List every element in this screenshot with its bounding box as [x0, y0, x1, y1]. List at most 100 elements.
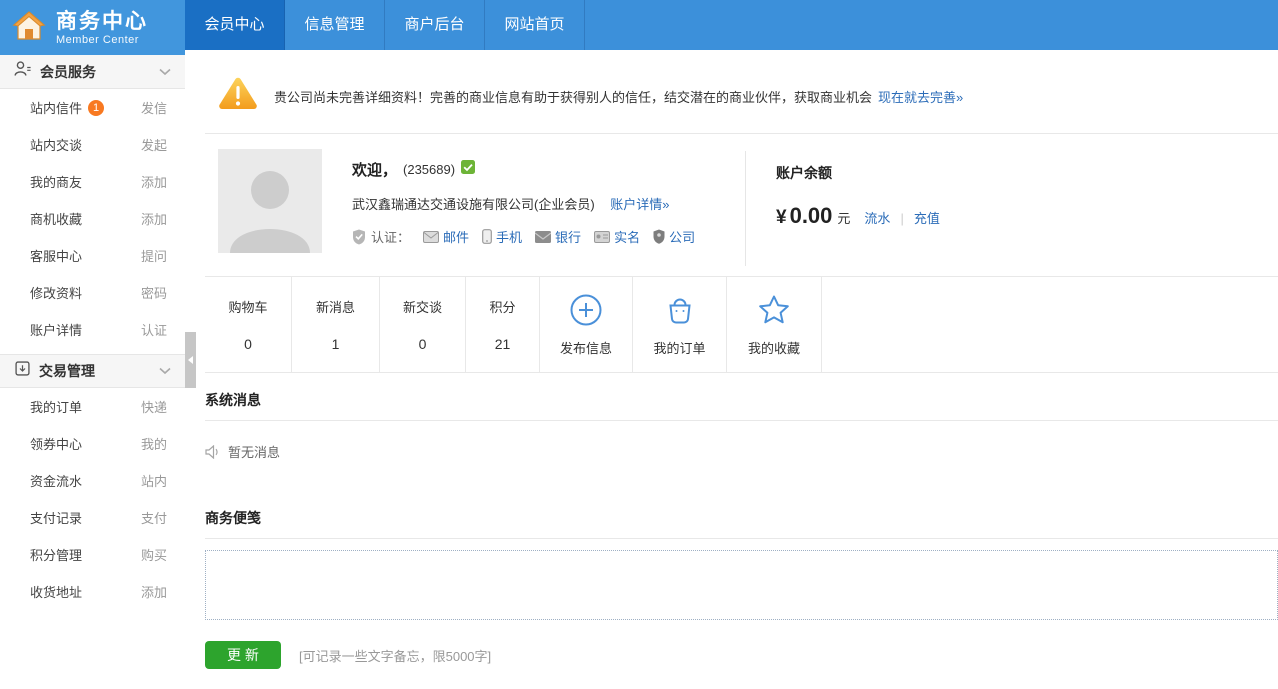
notes-textarea[interactable]: [205, 550, 1278, 620]
complete-now-link[interactable]: 现在就去完善»: [878, 87, 963, 106]
recharge-link[interactable]: 充值: [914, 208, 940, 227]
sidebar-action-change-password[interactable]: 密码: [141, 283, 167, 302]
profile-section: 欢迎， (235689) 武汉鑫瑞通达交通设施有限公司(企业会员) 账户详情»: [205, 134, 1278, 276]
sidebar-action-add-address[interactable]: 添加: [141, 582, 167, 601]
section-title: 会员服务: [40, 62, 96, 82]
cert-phone-link[interactable]: 手机: [482, 227, 522, 246]
sidebar-item-label[interactable]: 收货地址: [30, 582, 82, 601]
sidebar-item-customer-service: 客服中心 提问: [0, 237, 185, 274]
company-name: 武汉鑫瑞通达交通设施有限公司(企业会员): [352, 197, 595, 212]
cert-label: 认证：: [371, 227, 410, 246]
star-icon: [757, 293, 791, 332]
sidebar-item-label[interactable]: 账户详情: [30, 320, 82, 339]
system-messages-title: 系统消息: [205, 373, 1278, 421]
sidebar-action-start-chat[interactable]: 发起: [141, 135, 167, 154]
sidebar-item-label[interactable]: 商机收藏: [30, 209, 82, 228]
archive-box-icon: [14, 360, 31, 382]
bank-card-icon: [535, 231, 551, 243]
publish-info-button[interactable]: 发布信息: [540, 277, 633, 372]
sidebar-action-onsite[interactable]: 站内: [141, 471, 167, 490]
sidebar-item-chat: 站内交谈 发起: [0, 126, 185, 163]
sidebar-action-send-mail[interactable]: 发信: [141, 98, 167, 117]
sidebar-item-label[interactable]: 领券中心: [30, 434, 82, 453]
sidebar-action-ask-question[interactable]: 提问: [141, 246, 167, 265]
sidebar-action-buy[interactable]: 购买: [141, 545, 167, 564]
sidebar-item-account-details: 账户详情 认证: [0, 311, 185, 348]
stat-points[interactable]: 积分 21: [466, 277, 540, 372]
cert-realname-link[interactable]: 实名: [594, 227, 640, 246]
empty-messages-text: 暂无消息: [228, 442, 280, 461]
new-message-count: 1: [332, 336, 340, 352]
my-favorites-button[interactable]: 我的收藏: [727, 277, 822, 372]
person-icon: [14, 60, 32, 83]
points-count: 21: [495, 336, 511, 352]
profile-info: 欢迎， (235689) 武汉鑫瑞通达交通设施有限公司(企业会员) 账户详情»: [352, 149, 745, 276]
sidebar-action-express[interactable]: 快递: [141, 397, 167, 416]
shield-check-icon: [352, 229, 366, 245]
my-orders-button[interactable]: 我的订单: [633, 277, 727, 372]
stats-row: 购物车 0 新消息 1 新交谈 0 积分 21 发布信: [205, 276, 1278, 373]
stats-row-spacer: [822, 277, 1278, 372]
logo-title: 商务中心: [56, 10, 148, 34]
account-details-link[interactable]: 账户详情»: [610, 197, 669, 212]
sidebar-item-label[interactable]: 站内信件 1: [30, 98, 104, 117]
sidebar-item-label[interactable]: 积分管理: [30, 545, 82, 564]
sidebar-item-label[interactable]: 修改资料: [30, 283, 82, 302]
company-badge-icon: [653, 229, 665, 244]
sidebar-action-my-coupons[interactable]: 我的: [141, 434, 167, 453]
sidebar-item-payment-records: 支付记录 支付: [0, 499, 185, 536]
sidebar-action-add-favorite[interactable]: 添加: [141, 209, 167, 228]
update-button[interactable]: 更 新: [205, 641, 281, 669]
sidebar-item-label[interactable]: 站内交谈: [30, 135, 82, 154]
notes-footer: 更 新 [可记录一些文字备忘，限5000字]: [205, 641, 1278, 669]
currency-symbol: ¥: [776, 207, 787, 229]
sidebar-item-label[interactable]: 资金流水: [30, 471, 82, 490]
tab-member-center[interactable]: 会员中心: [185, 0, 285, 50]
tab-merchant-backend[interactable]: 商户后台: [385, 0, 485, 50]
balance-title: 账户余额: [776, 163, 940, 183]
tab-info-management[interactable]: 信息管理: [285, 0, 385, 50]
sidebar-item-label[interactable]: 我的商友: [30, 172, 82, 191]
cart-count: 0: [244, 336, 252, 352]
cert-company-link[interactable]: 公司: [653, 227, 695, 246]
sidebar-item-edit-profile: 修改资料 密码: [0, 274, 185, 311]
sidebar-item-coupon-center: 领券中心 我的: [0, 425, 185, 462]
home-icon: [12, 10, 46, 46]
sidebar-item-label[interactable]: 我的订单: [30, 397, 82, 416]
sidebar-item-label[interactable]: 客服中心: [30, 246, 82, 265]
link-separator: |: [900, 211, 903, 226]
cert-bank-link[interactable]: 银行: [535, 227, 581, 246]
balance-unit: 元: [837, 208, 850, 227]
fund-flow-link[interactable]: 流水: [864, 208, 890, 227]
banner-text: 贵公司尚未完善详细资料！完善的商业信息有助于获得别人的信任，结交潜在的商业伙伴，…: [274, 87, 872, 106]
stat-new-chats[interactable]: 新交谈 0: [380, 277, 466, 372]
sidebar-item-my-orders: 我的订单 快递: [0, 388, 185, 425]
unread-badge: 1: [88, 100, 104, 116]
profile-completion-banner: 贵公司尚未完善详细资料！完善的商业信息有助于获得别人的信任，结交潜在的商业伙伴，…: [205, 50, 1278, 134]
circle-plus-icon: [569, 293, 603, 332]
mail-icon: [423, 231, 439, 243]
balance-amount: 0.00: [790, 203, 833, 229]
triangle-left-icon: [188, 356, 193, 364]
speaker-icon: [205, 445, 221, 459]
stat-cart[interactable]: 购物车 0: [205, 277, 292, 372]
sidebar-section-member-services[interactable]: 会员服务: [0, 55, 185, 89]
warning-icon: [218, 76, 258, 116]
stat-new-messages[interactable]: 新消息 1: [292, 277, 380, 372]
sidebar-action-certify[interactable]: 认证: [141, 320, 167, 339]
tab-site-home[interactable]: 网站首页: [485, 0, 585, 50]
logo[interactable]: 商务中心 Member Center: [0, 0, 185, 55]
verified-check-icon: [461, 160, 475, 179]
sidebar-action-add-contact[interactable]: 添加: [141, 172, 167, 191]
sidebar-action-pay[interactable]: 支付: [141, 508, 167, 527]
sidebar: 会员服务 站内信件 1 发信 站内交谈 发起 我的商友 添加 商机收藏 添加 客…: [0, 50, 185, 689]
sidebar-collapse-handle[interactable]: [185, 332, 196, 388]
balance-section: 账户余额 ¥ 0.00 元 流水 | 充值: [746, 149, 940, 276]
sidebar-item-shipping-address: 收货地址 添加: [0, 573, 185, 610]
sidebar-item-fund-flow: 资金流水 站内: [0, 462, 185, 499]
sidebar-item-label[interactable]: 支付记录: [30, 508, 82, 527]
cert-mail-link[interactable]: 邮件: [423, 227, 469, 246]
avatar: [218, 149, 322, 253]
notes-hint: [可记录一些文字备忘，限5000字]: [299, 646, 491, 665]
sidebar-section-trade-management[interactable]: 交易管理: [0, 354, 185, 388]
